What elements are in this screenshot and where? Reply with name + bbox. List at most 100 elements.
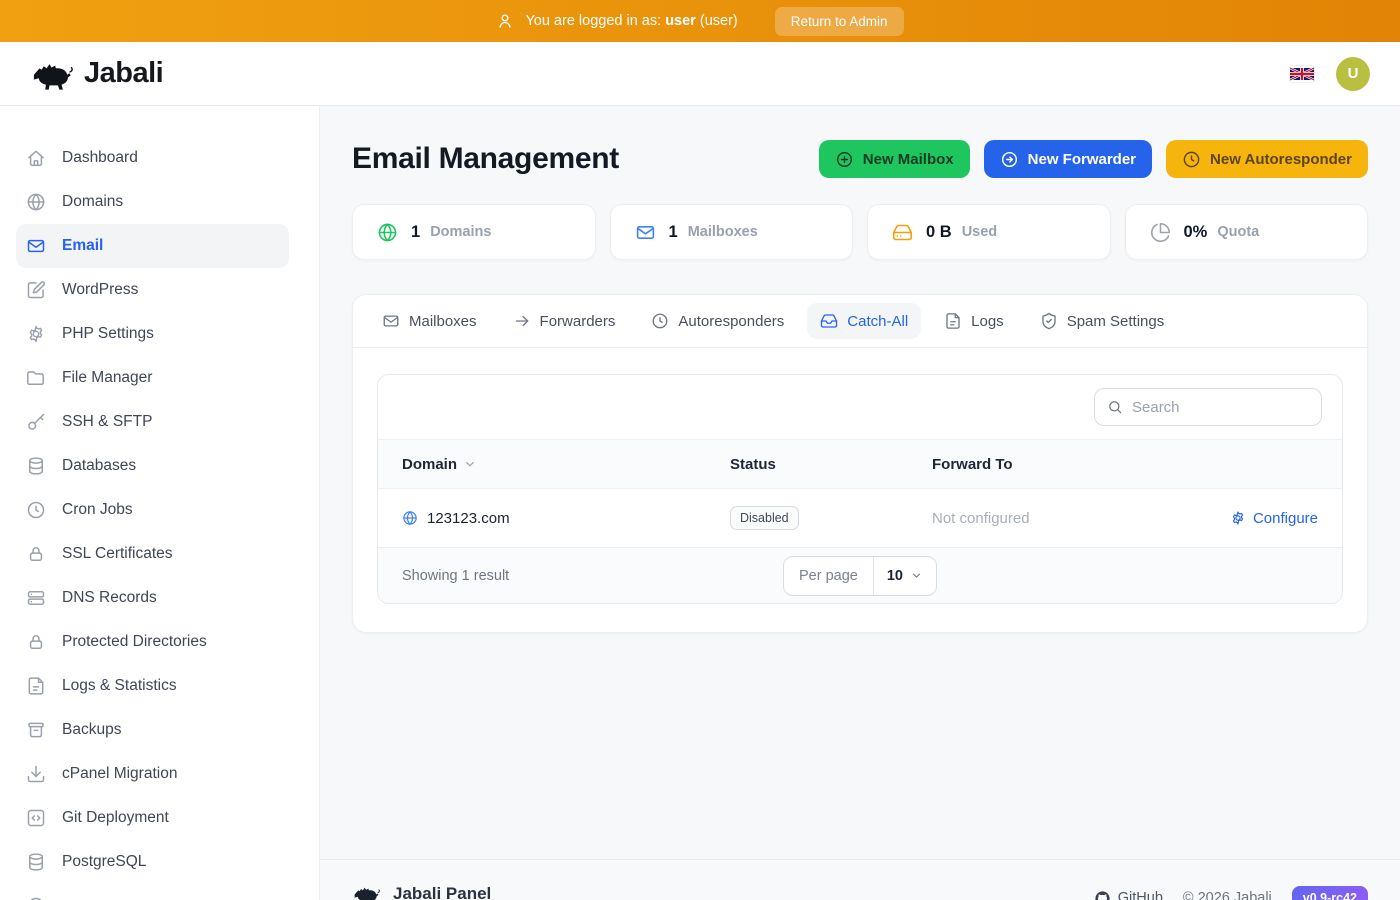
globe-icon — [377, 222, 398, 243]
brand-title: Jabali — [84, 57, 163, 90]
hard-drive-icon — [892, 222, 913, 243]
gear-icon — [1230, 510, 1246, 526]
copyright-text: © 2026 Jabali — [1183, 890, 1272, 900]
per-page-label: Per page — [784, 557, 874, 595]
stat-value: 0% — [1184, 223, 1208, 242]
tab-mailboxes[interactable]: Mailboxes — [369, 303, 490, 339]
github-link[interactable]: GitHub — [1094, 890, 1163, 900]
column-header-forward-to: Forward To — [932, 456, 1318, 473]
lock-icon — [26, 544, 46, 564]
tab-autoresponders[interactable]: Autoresponders — [638, 303, 797, 339]
per-page-value: 10 — [887, 568, 903, 584]
stat-value: 0 B — [926, 223, 952, 242]
column-header-status: Status — [730, 456, 932, 473]
github-icon — [1094, 890, 1111, 900]
stat-value: 1 — [411, 223, 420, 242]
archive-icon — [26, 720, 46, 740]
app-header: Jabali U — [0, 42, 1400, 106]
catch-all-table-card: Domain Status Forward To 123123.com — [377, 374, 1343, 604]
sidebar-item-domains[interactable]: Domains — [16, 180, 289, 224]
search-box — [1094, 388, 1322, 426]
stat-value: 1 — [669, 223, 678, 242]
stat-card-domains: 1 Domains — [352, 204, 596, 260]
column-header-domain[interactable]: Domain — [402, 456, 730, 473]
sidebar-item-backups[interactable]: Backups — [16, 708, 289, 752]
impersonation-role: (user) — [700, 13, 738, 29]
sidebar-item-dns-records[interactable]: DNS Records — [16, 576, 289, 620]
chevron-down-icon — [463, 457, 477, 471]
sidebar-item-protected-directories[interactable]: Protected Directories — [16, 620, 289, 664]
sidebar-item-email[interactable]: Email — [16, 224, 289, 268]
new-forwarder-button[interactable]: New Forwarder — [984, 140, 1152, 178]
database-icon — [26, 852, 46, 872]
clock-icon — [651, 312, 669, 330]
pie-chart-icon — [1150, 222, 1171, 243]
impersonation-username: user — [665, 13, 696, 29]
pen-icon — [26, 280, 46, 300]
sidebar-item-wordpress[interactable]: WordPress — [16, 268, 289, 312]
tab-forwarders[interactable]: Forwarders — [500, 303, 629, 339]
impersonation-bar: You are logged in as: user (user) Return… — [0, 0, 1400, 42]
arrow-right-icon — [513, 312, 531, 330]
footer-brand: Jabali Panel — [352, 878, 491, 900]
per-page-select[interactable]: Per page 10 — [783, 556, 937, 596]
user-avatar[interactable]: U — [1336, 57, 1370, 91]
table-row: 123123.com Disabled Not configured Confi… — [378, 489, 1342, 547]
configure-link[interactable]: Configure — [1230, 510, 1318, 527]
email-panel: Mailboxes Forwarders Autoresponders Catc… — [352, 294, 1368, 633]
server-icon — [26, 588, 46, 608]
impersonation-message: You are logged in as: user (user) — [525, 13, 737, 29]
sidebar-item-ssh-sftp[interactable]: SSH & SFTP — [16, 400, 289, 444]
stat-label: Used — [962, 224, 997, 240]
sidebar-item-file-manager[interactable]: File Manager — [16, 356, 289, 400]
file-text-icon — [944, 312, 962, 330]
tab-catch-all[interactable]: Catch-All — [807, 303, 921, 339]
page-footer: Jabali Panel GitHub © 2026 Jabali v0.9-r… — [320, 859, 1400, 900]
circle-icon — [26, 896, 46, 900]
folder-icon — [26, 368, 46, 388]
search-input[interactable] — [1132, 399, 1309, 416]
status-badge: Disabled — [730, 506, 799, 530]
mail-icon — [382, 312, 400, 330]
results-summary: Showing 1 result — [402, 568, 509, 584]
sidebar-item-cron-jobs[interactable]: Cron Jobs — [16, 488, 289, 532]
sidebar-item-cpanel-migration[interactable]: cPanel Migration — [16, 752, 289, 796]
stat-card-quota: 0% Quota — [1125, 204, 1369, 260]
sidebar-item-partial[interactable] — [16, 884, 289, 900]
sidebar-item-dashboard[interactable]: Dashboard — [16, 136, 289, 180]
tab-spam-settings[interactable]: Spam Settings — [1027, 303, 1178, 339]
sidebar-item-ssl-certificates[interactable]: SSL Certificates — [16, 532, 289, 576]
sidebar-item-git-deployment[interactable]: Git Deployment — [16, 796, 289, 840]
stats-row: 1 Domains 1 Mailboxes 0 B Used 0% Quota — [352, 204, 1368, 260]
tab-logs[interactable]: Logs — [931, 303, 1017, 339]
return-to-admin-button[interactable]: Return to Admin — [775, 7, 904, 36]
file-text-icon — [26, 676, 46, 696]
clock-icon — [1182, 150, 1201, 169]
email-tabs: Mailboxes Forwarders Autoresponders Catc… — [353, 295, 1367, 348]
new-mailbox-button[interactable]: New Mailbox — [819, 140, 970, 178]
sidebar-item-logs-statistics[interactable]: Logs & Statistics — [16, 664, 289, 708]
boar-logo-icon — [352, 883, 382, 900]
code-icon — [26, 808, 46, 828]
main-content: Email Management New Mailbox New Forward… — [320, 106, 1400, 859]
page-actions: New Mailbox New Forwarder New Autorespon… — [819, 140, 1368, 178]
gear-icon — [26, 324, 46, 344]
key-icon — [26, 412, 46, 432]
globe-icon — [402, 510, 418, 526]
sidebar-item-postgresql[interactable]: PostgreSQL — [16, 840, 289, 884]
stat-label: Domains — [430, 224, 491, 240]
stat-label: Mailboxes — [688, 224, 758, 240]
sidebar-item-php-settings[interactable]: PHP Settings — [16, 312, 289, 356]
version-badge: v0.9-rc42 — [1292, 886, 1368, 900]
sidebar-nav: Dashboard Domains Email WordPress PHP Se… — [0, 106, 320, 900]
new-autoresponder-button[interactable]: New Autoresponder — [1166, 140, 1368, 178]
home-icon — [26, 148, 46, 168]
domain-cell: 123123.com — [402, 510, 730, 527]
sidebar-item-databases[interactable]: Databases — [16, 444, 289, 488]
lock-icon — [26, 632, 46, 652]
user-icon — [496, 12, 514, 30]
search-icon — [1107, 399, 1123, 415]
plus-circle-icon — [835, 150, 854, 169]
download-icon — [26, 764, 46, 784]
language-flag-icon[interactable] — [1290, 66, 1314, 82]
